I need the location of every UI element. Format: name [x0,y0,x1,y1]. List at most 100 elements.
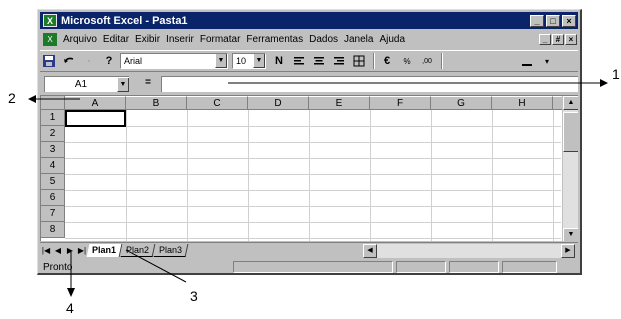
excel-icon[interactable]: X [43,14,57,27]
row-header-1[interactable]: 1 [41,110,65,126]
save-icon[interactable] [40,52,58,70]
row-header-3[interactable]: 3 [41,142,65,158]
border-icon[interactable] [518,52,536,70]
font-name-select[interactable]: Arial ▼ [120,53,228,69]
font-size-select[interactable]: 10 ▼ [232,53,266,69]
column-header-e[interactable]: E [309,96,370,110]
column-header-a[interactable]: A [65,96,126,110]
menu-dados[interactable]: Dados [306,34,341,45]
menu-exibir[interactable]: Exibir [132,34,163,45]
sheet-tab-plan2[interactable]: Plan2 [120,244,156,257]
select-all-corner[interactable] [41,96,65,110]
menu-arquivo[interactable]: Arquivo [60,34,100,45]
status-text: Pronto [43,261,73,273]
maximize-button[interactable]: □ [546,14,560,27]
menu-ajuda[interactable]: Ajuda [376,34,408,45]
status-panel [396,261,446,273]
status-panel [233,261,393,273]
chevron-down-icon[interactable]: ▼ [215,54,227,68]
formula-input[interactable] [161,76,578,92]
status-panel [502,261,557,273]
toolbar-gap [446,52,516,70]
undo-icon[interactable] [60,52,78,70]
grid-line [65,238,561,239]
grid-line [65,158,561,159]
workbook-icon[interactable]: X [43,33,57,46]
excel-window: X Microsoft Excel - Pasta1 _ □ × X Arqui… [37,9,582,275]
bold-icon[interactable]: N [270,52,288,70]
row-header-5[interactable]: 5 [41,174,65,190]
edit-formula-button[interactable]: = [141,77,155,91]
horizontal-scroll-track[interactable] [377,244,561,258]
menu-janela[interactable]: Janela [341,34,376,45]
name-box[interactable]: A1 ▼ [44,76,129,92]
sheet-tab-bar: |◀ ◀ ▶ ▶| Plan1 Plan2 Plan3 ◀ ▶ [40,242,578,258]
active-cell-a1[interactable] [65,110,126,127]
window-title: Microsoft Excel - Pasta1 [61,14,188,27]
chevron-down-icon[interactable]: ▼ [117,77,129,92]
status-bar: Pronto [40,260,578,274]
vertical-scroll-thumb[interactable] [563,112,578,152]
toolbar-separator [441,53,443,69]
sheet-tab-plan1[interactable]: Plan1 [86,244,123,257]
grid-line [65,174,561,175]
merge-icon[interactable] [350,52,368,70]
toolbar-more-icon[interactable]: ▾ [538,52,556,70]
row-header-6[interactable]: 6 [41,190,65,206]
sheet-tab-label: Plan2 [126,245,150,255]
row-header-2[interactable]: 2 [41,126,65,142]
status-panel [449,261,499,273]
menu-editar[interactable]: Editar [100,34,132,45]
formatting-toolbar: · ? Arial ▼ 10 ▼ N € % ,00 ▾ [40,50,578,72]
doc-close-button[interactable]: × [565,34,577,45]
doc-minimize-button[interactable]: _ [539,34,551,45]
currency-icon[interactable]: € [378,52,396,70]
callout-number-2: 2 [8,90,16,106]
row-header-7[interactable]: 7 [41,206,65,222]
scroll-right-icon[interactable]: ▶ [561,244,575,258]
align-left-icon[interactable] [290,52,308,70]
sheet-tab-label: Plan3 [159,245,183,255]
grid-line [65,126,561,127]
menu-bar: X Arquivo Editar Exibir Inserir Formatar… [40,31,578,48]
scroll-left-icon[interactable]: ◀ [363,244,377,258]
column-header-d[interactable]: D [248,96,309,110]
align-center-icon[interactable] [310,52,328,70]
menu-formatar[interactable]: Formatar [197,34,244,45]
align-right-icon[interactable] [330,52,348,70]
column-header-f[interactable]: F [370,96,431,110]
sheet-tab-plan3[interactable]: Plan3 [153,244,189,257]
chevron-down-icon[interactable]: ▼ [253,54,265,68]
column-header-b[interactable]: B [126,96,187,110]
column-header-g[interactable]: G [431,96,492,110]
sheet-tab-label: Plan1 [92,245,117,255]
menu-ferramentas[interactable]: Ferramentas [243,34,306,45]
first-sheet-icon[interactable]: |◀ [40,244,52,258]
prev-sheet-icon[interactable]: ◀ [52,244,64,258]
doc-restore-button[interactable]: # [552,34,564,45]
close-button[interactable]: × [562,14,576,27]
vertical-scrollbar[interactable]: ▲ ▼ [562,96,578,241]
scroll-up-icon[interactable]: ▲ [563,96,578,110]
horizontal-scrollbar[interactable]: ◀ ▶ [363,244,575,258]
formula-bar: A1 ▼ = [40,74,578,94]
title-bar: X Microsoft Excel - Pasta1 _ □ × [40,12,578,29]
row-header-4[interactable]: 4 [41,158,65,174]
menu-inserir[interactable]: Inserir [163,34,197,45]
column-header-h[interactable]: H [492,96,553,110]
callout-number-4: 4 [66,300,74,316]
decimal-icon[interactable]: ,00 [418,52,436,70]
row-header-8[interactable]: 8 [41,222,65,238]
minimize-button[interactable]: _ [530,14,544,27]
cell-reference: A1 [74,79,88,90]
next-sheet-icon[interactable]: ▶ [64,244,76,258]
redo-icon[interactable]: · [80,52,98,70]
column-header-c[interactable]: C [187,96,248,110]
help-icon[interactable]: ? [100,52,118,70]
grid-line [65,206,561,207]
scroll-down-icon[interactable]: ▼ [563,228,578,241]
worksheet-grid[interactable]: A B C D E F G H 1 2 3 4 5 6 7 8 ▲ ▼ [40,95,578,241]
font-name-value: Arial [124,56,143,66]
percent-icon[interactable]: % [398,52,416,70]
callout-number-1: 1 [612,66,620,82]
